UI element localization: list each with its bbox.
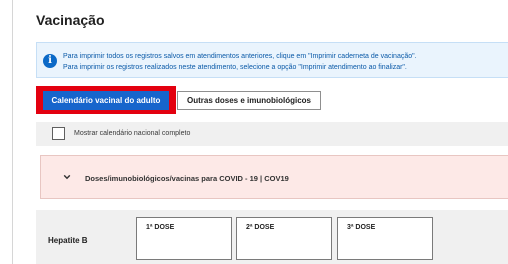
dose-1-label: 1ª DOSE (146, 224, 175, 231)
dose-3-box[interactable]: 3ª DOSE (337, 217, 433, 260)
dose-2-label: 2ª DOSE (246, 224, 275, 231)
dose-3-label: 3ª DOSE (347, 224, 376, 231)
show-full-calendar-row: Mostrar calendário nacional completo (36, 122, 508, 146)
vaccine-name: Hepatite B (48, 236, 88, 245)
info-text-line-1: Para imprimir todos os registros salvos … (63, 53, 417, 60)
page-border (12, 0, 13, 264)
dose-2-box[interactable]: 2ª DOSE (236, 217, 332, 260)
info-icon: i (43, 54, 57, 68)
chevron-down-icon[interactable] (63, 173, 71, 181)
tab-adult-calendar[interactable]: Calendário vacinal do adulto (43, 91, 169, 110)
vaccine-row-hepatitis-b: Hepatite B 1ª DOSE 2ª DOSE 3ª DOSE (36, 210, 508, 264)
tab-other-doses[interactable]: Outras doses e imunobiológicos (177, 91, 321, 110)
show-full-calendar-checkbox[interactable] (52, 127, 65, 140)
info-alert: i Para imprimir todos os registros salvo… (36, 42, 508, 78)
dose-1-box[interactable]: 1ª DOSE (136, 217, 232, 260)
covid-section-header[interactable]: Doses/imunobiológicos/vacinas para COVID… (40, 155, 508, 199)
page-title: Vacinação (36, 12, 105, 28)
show-full-calendar-label[interactable]: Mostrar calendário nacional completo (74, 130, 190, 137)
info-text-line-2: Para imprimir os registros realizados ne… (63, 64, 407, 71)
covid-section-label: Doses/imunobiológicos/vacinas para COVID… (85, 174, 289, 183)
